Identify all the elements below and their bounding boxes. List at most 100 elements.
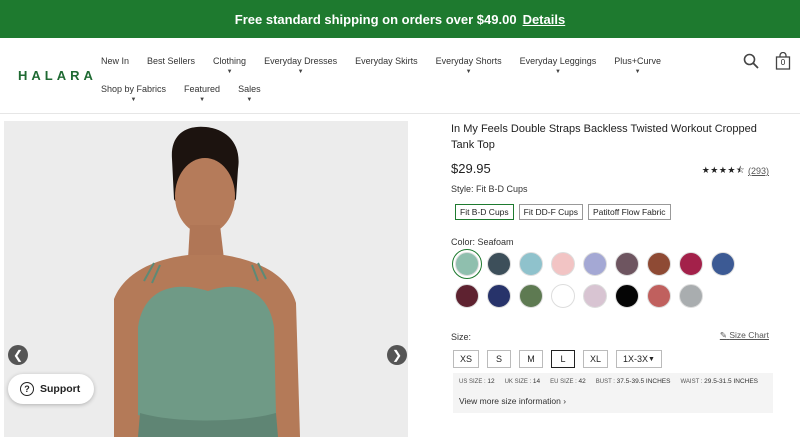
main-nav-row-1: New In Best Sellers Clothing ▼ Everyday Dres…	[101, 56, 679, 75]
style-label: Style: Fit B-D Cups	[451, 184, 528, 194]
color-swatch[interactable]	[711, 252, 735, 276]
size-option[interactable]: M	[519, 350, 544, 368]
size-option[interactable]: XS	[453, 350, 480, 368]
cart-count: 0	[780, 58, 786, 67]
product-info: In My Feels Double Straps Backless Twist…	[451, 121, 773, 413]
size-chart-link[interactable]: ✎ Size Chart	[720, 330, 769, 341]
nav-item-everyday-skirts[interactable]: Everyday Skirts	[355, 56, 418, 66]
color-swatch[interactable]	[487, 284, 511, 308]
size-option[interactable]: S	[487, 350, 512, 368]
size-option-label: M	[527, 354, 535, 364]
nav-item-featured[interactable]: Featured ▼	[184, 84, 221, 103]
size-chart-label: Size Chart	[729, 330, 769, 340]
color-label: Color: Seafoam	[451, 237, 514, 247]
size-label: Size:	[451, 332, 472, 342]
color-swatch[interactable]	[583, 284, 607, 308]
nav-item-new-in[interactable]: New In	[101, 56, 129, 66]
question-icon: ?	[20, 382, 34, 396]
chevron-down-icon: ▼	[199, 97, 206, 103]
product-title: In My Feels Double Straps Backless Twist…	[451, 123, 757, 151]
nav-item-everyday-dresses[interactable]: Everyday Dresses ▼	[264, 56, 338, 75]
promo-banner: Free standard shipping on orders over $4…	[0, 0, 800, 38]
size-option-label: 1X-3X	[623, 354, 649, 364]
eu-size: EU SIZE : 42	[550, 378, 586, 385]
nav-item-clothing[interactable]: Clothing ▼	[213, 56, 247, 75]
nav-label: Featured	[184, 84, 221, 94]
nav-label: Sales	[238, 84, 261, 94]
color-swatch[interactable]	[519, 252, 543, 276]
search-icon[interactable]	[742, 52, 760, 70]
prev-image-button[interactable]: ❮	[8, 345, 28, 365]
nav-label: Clothing	[213, 56, 247, 66]
color-swatch[interactable]	[455, 284, 479, 308]
color-swatch[interactable]	[679, 252, 703, 276]
chevron-down-icon: ▼	[246, 97, 253, 103]
nav-item-everyday-shorts[interactable]: Everyday Shorts ▼	[435, 56, 502, 75]
support-button[interactable]: ? Support	[8, 374, 94, 404]
color-swatch[interactable]	[647, 252, 671, 276]
chevron-down-icon: ▼	[465, 69, 472, 75]
promo-details-link[interactable]: Details	[523, 12, 566, 27]
color-swatch[interactable]	[647, 284, 671, 308]
site-header: HALARA New In Best Sellers Clothing ▼ Everyd…	[0, 38, 800, 114]
style-option[interactable]: Patitoff Flow Fabric	[587, 204, 671, 220]
ruler-icon: ✎	[719, 330, 727, 340]
nav-label: Plus+Curve	[614, 56, 662, 66]
chevron-left-icon: ❮	[12, 348, 24, 362]
chevron-right-icon: ❯	[391, 348, 403, 362]
nav-item-everyday-leggings[interactable]: Everyday Leggings ▼	[519, 56, 597, 75]
size-options: XS S M L XL 1X-3X ▼	[453, 350, 662, 368]
us-size: US SIZE : 12	[459, 378, 495, 385]
chevron-down-icon: ▼	[554, 69, 561, 75]
nav-label: Everyday Leggings	[519, 56, 597, 66]
color-swatch[interactable]	[615, 252, 639, 276]
size-option-label: S	[496, 354, 503, 364]
brand-logo[interactable]: HALARA	[18, 68, 97, 83]
nav-label: Best Sellers	[147, 56, 196, 66]
rating-stars-icon: ★★★★⯪	[701, 165, 745, 175]
style-option[interactable]: Fit B-D Cups	[455, 204, 514, 220]
color-swatch[interactable]	[452, 249, 482, 279]
chevron-down-icon: ▼	[634, 69, 641, 75]
color-swatch[interactable]	[615, 284, 639, 308]
nav-item-plus-curve[interactable]: Plus+Curve ▼	[614, 56, 662, 75]
measurement-row: US SIZE : 12 UK SIZE : 14 EU SIZE : 42 B…	[459, 378, 758, 385]
color-swatch[interactable]	[583, 252, 607, 276]
review-count-link[interactable]: (293)	[748, 166, 769, 176]
product-price: $29.95	[451, 161, 491, 176]
color-swatch[interactable]	[519, 284, 543, 308]
waist-size: WAIST : 29.5-31.5 INCHES	[680, 378, 759, 385]
size-option[interactable]: L	[551, 350, 576, 368]
uk-size: UK SIZE : 14	[504, 378, 541, 385]
shopping-bag-icon[interactable]: 0	[774, 52, 792, 70]
header-icons: 0	[742, 52, 792, 70]
nav-label: Shop by Fabrics	[101, 84, 167, 94]
chevron-down-icon: ▼	[297, 69, 304, 75]
size-option-label: XL	[590, 354, 602, 364]
nav-item-shop-by-fabrics[interactable]: Shop by Fabrics ▼	[101, 84, 167, 103]
nav-label: Everyday Shorts	[435, 56, 502, 66]
more-size-info-link[interactable]: View more size information ›	[459, 396, 566, 406]
nav-item-best-sellers[interactable]: Best Sellers	[147, 56, 195, 66]
nav-label: Everyday Skirts	[355, 56, 418, 66]
color-swatch[interactable]	[551, 252, 575, 276]
color-swatch[interactable]	[679, 284, 703, 308]
style-option[interactable]: Fit DD-F Cups	[518, 204, 583, 220]
nav-item-sales[interactable]: Sales ▼	[238, 84, 261, 103]
chevron-down-icon: ▼	[648, 355, 655, 363]
chevron-right-icon: ›	[563, 396, 567, 406]
size-option-label: XS	[460, 354, 473, 364]
nav-label: Everyday Dresses	[264, 56, 338, 66]
nav-label: New In	[101, 56, 130, 66]
chevron-down-icon: ▼	[130, 97, 137, 103]
next-image-button[interactable]: ❯	[387, 345, 407, 365]
bust-size: BUST : 37.5-39.5 INCHES	[595, 378, 671, 385]
chevron-down-icon: ▼	[226, 69, 233, 75]
size-option[interactable]: XL	[583, 350, 609, 368]
size-option-label: L	[560, 354, 566, 364]
color-swatch[interactable]	[551, 284, 575, 308]
size-option[interactable]: 1X-3X ▼	[616, 350, 662, 368]
color-swatch[interactable]	[487, 252, 511, 276]
support-label: Support	[40, 383, 81, 395]
color-swatches	[452, 249, 755, 316]
